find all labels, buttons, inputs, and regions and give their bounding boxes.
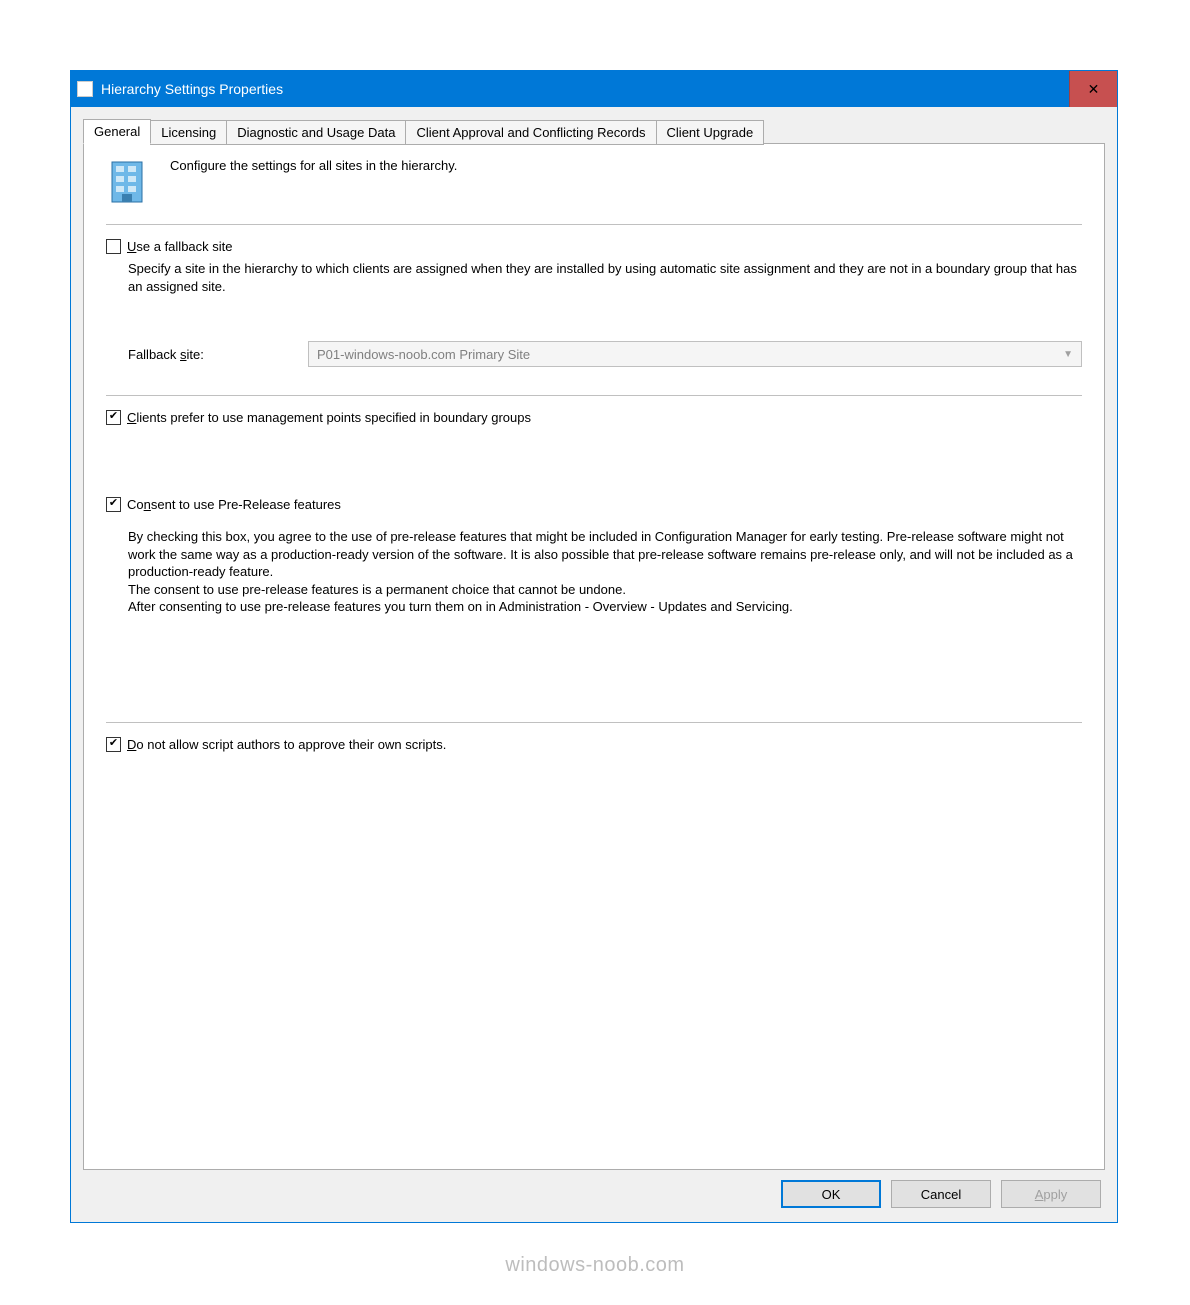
watermark: windows-noob.com	[505, 1254, 684, 1277]
tab-diagnostic[interactable]: Diagnostic and Usage Data	[226, 120, 406, 145]
fallback-checkbox-label: Use a fallback site	[127, 239, 233, 254]
fallback-section: Use a fallback site Specify a site in th…	[106, 239, 1082, 367]
clients-pref-checkbox-row[interactable]: Clients prefer to use management points …	[106, 410, 1082, 425]
intro-text: Configure the settings for all sites in …	[170, 158, 457, 173]
tab-licensing[interactable]: Licensing	[150, 120, 227, 145]
scripts-section: Do not allow script authors to approve t…	[106, 737, 1082, 758]
spacer	[106, 764, 1082, 1157]
separator	[106, 224, 1082, 225]
titlebar-left: Hierarchy Settings Properties	[77, 81, 283, 97]
tab-general[interactable]: General	[83, 119, 151, 144]
fallback-checkbox[interactable]	[106, 239, 121, 254]
separator	[106, 722, 1082, 723]
consent-checkbox[interactable]	[106, 497, 121, 512]
consent-section: Consent to use Pre-Release features By c…	[106, 497, 1082, 616]
ok-label: OK	[822, 1187, 841, 1202]
tab-client-approval[interactable]: Client Approval and Conflicting Records	[405, 120, 656, 145]
dialog-window: Hierarchy Settings Properties ✕ General …	[70, 70, 1118, 1223]
tab-label: Client Upgrade	[667, 125, 754, 140]
fallback-desc: Specify a site in the hierarchy to which…	[128, 260, 1082, 295]
scripts-label: Do not allow script authors to approve t…	[127, 737, 446, 752]
close-icon: ✕	[1088, 81, 1100, 98]
cancel-label: Cancel	[921, 1187, 961, 1202]
fallback-site-value: P01-windows-noob.com Primary Site	[317, 347, 530, 362]
tab-label: Client Approval and Conflicting Records	[416, 125, 645, 140]
apply-button[interactable]: Apply	[1001, 1180, 1101, 1208]
fallback-site-combo[interactable]: P01-windows-noob.com Primary Site ▼	[308, 341, 1082, 367]
hierarchy-icon	[106, 158, 154, 206]
clients-pref-checkbox[interactable]	[106, 410, 121, 425]
scripts-checkbox[interactable]	[106, 737, 121, 752]
client-area: General Licensing Diagnostic and Usage D…	[71, 107, 1117, 1222]
intro-row: Configure the settings for all sites in …	[106, 158, 1082, 206]
apply-label: Apply	[1035, 1187, 1068, 1202]
clients-pref-label: Clients prefer to use management points …	[127, 410, 531, 425]
clients-pref-section: Clients prefer to use management points …	[106, 410, 1082, 431]
separator	[106, 395, 1082, 396]
scripts-checkbox-row[interactable]: Do not allow script authors to approve t…	[106, 737, 1082, 752]
tab-label: General	[94, 124, 140, 139]
tab-label: Licensing	[161, 125, 216, 140]
close-button[interactable]: ✕	[1069, 71, 1117, 107]
cancel-button[interactable]: Cancel	[891, 1180, 991, 1208]
tabstrip: General Licensing Diagnostic and Usage D…	[83, 119, 1105, 144]
titlebar: Hierarchy Settings Properties ✕	[71, 71, 1117, 107]
fallback-site-row: Fallback site: P01-windows-noob.com Prim…	[128, 341, 1082, 367]
button-bar: OK Cancel Apply	[83, 1170, 1105, 1210]
window-title: Hierarchy Settings Properties	[101, 81, 283, 97]
consent-checkbox-row[interactable]: Consent to use Pre-Release features	[106, 497, 1082, 512]
tab-label: Diagnostic and Usage Data	[237, 125, 395, 140]
fallback-checkbox-row[interactable]: Use a fallback site	[106, 239, 1082, 254]
ok-button[interactable]: OK	[781, 1180, 881, 1208]
consent-label: Consent to use Pre-Release features	[127, 497, 341, 512]
tab-panel-general: Configure the settings for all sites in …	[83, 143, 1105, 1170]
chevron-down-icon: ▼	[1063, 349, 1073, 360]
tab-client-upgrade[interactable]: Client Upgrade	[656, 120, 765, 145]
fallback-site-label: Fallback site:	[128, 347, 298, 362]
window-icon	[77, 81, 93, 97]
consent-desc: By checking this box, you agree to the u…	[128, 528, 1082, 616]
